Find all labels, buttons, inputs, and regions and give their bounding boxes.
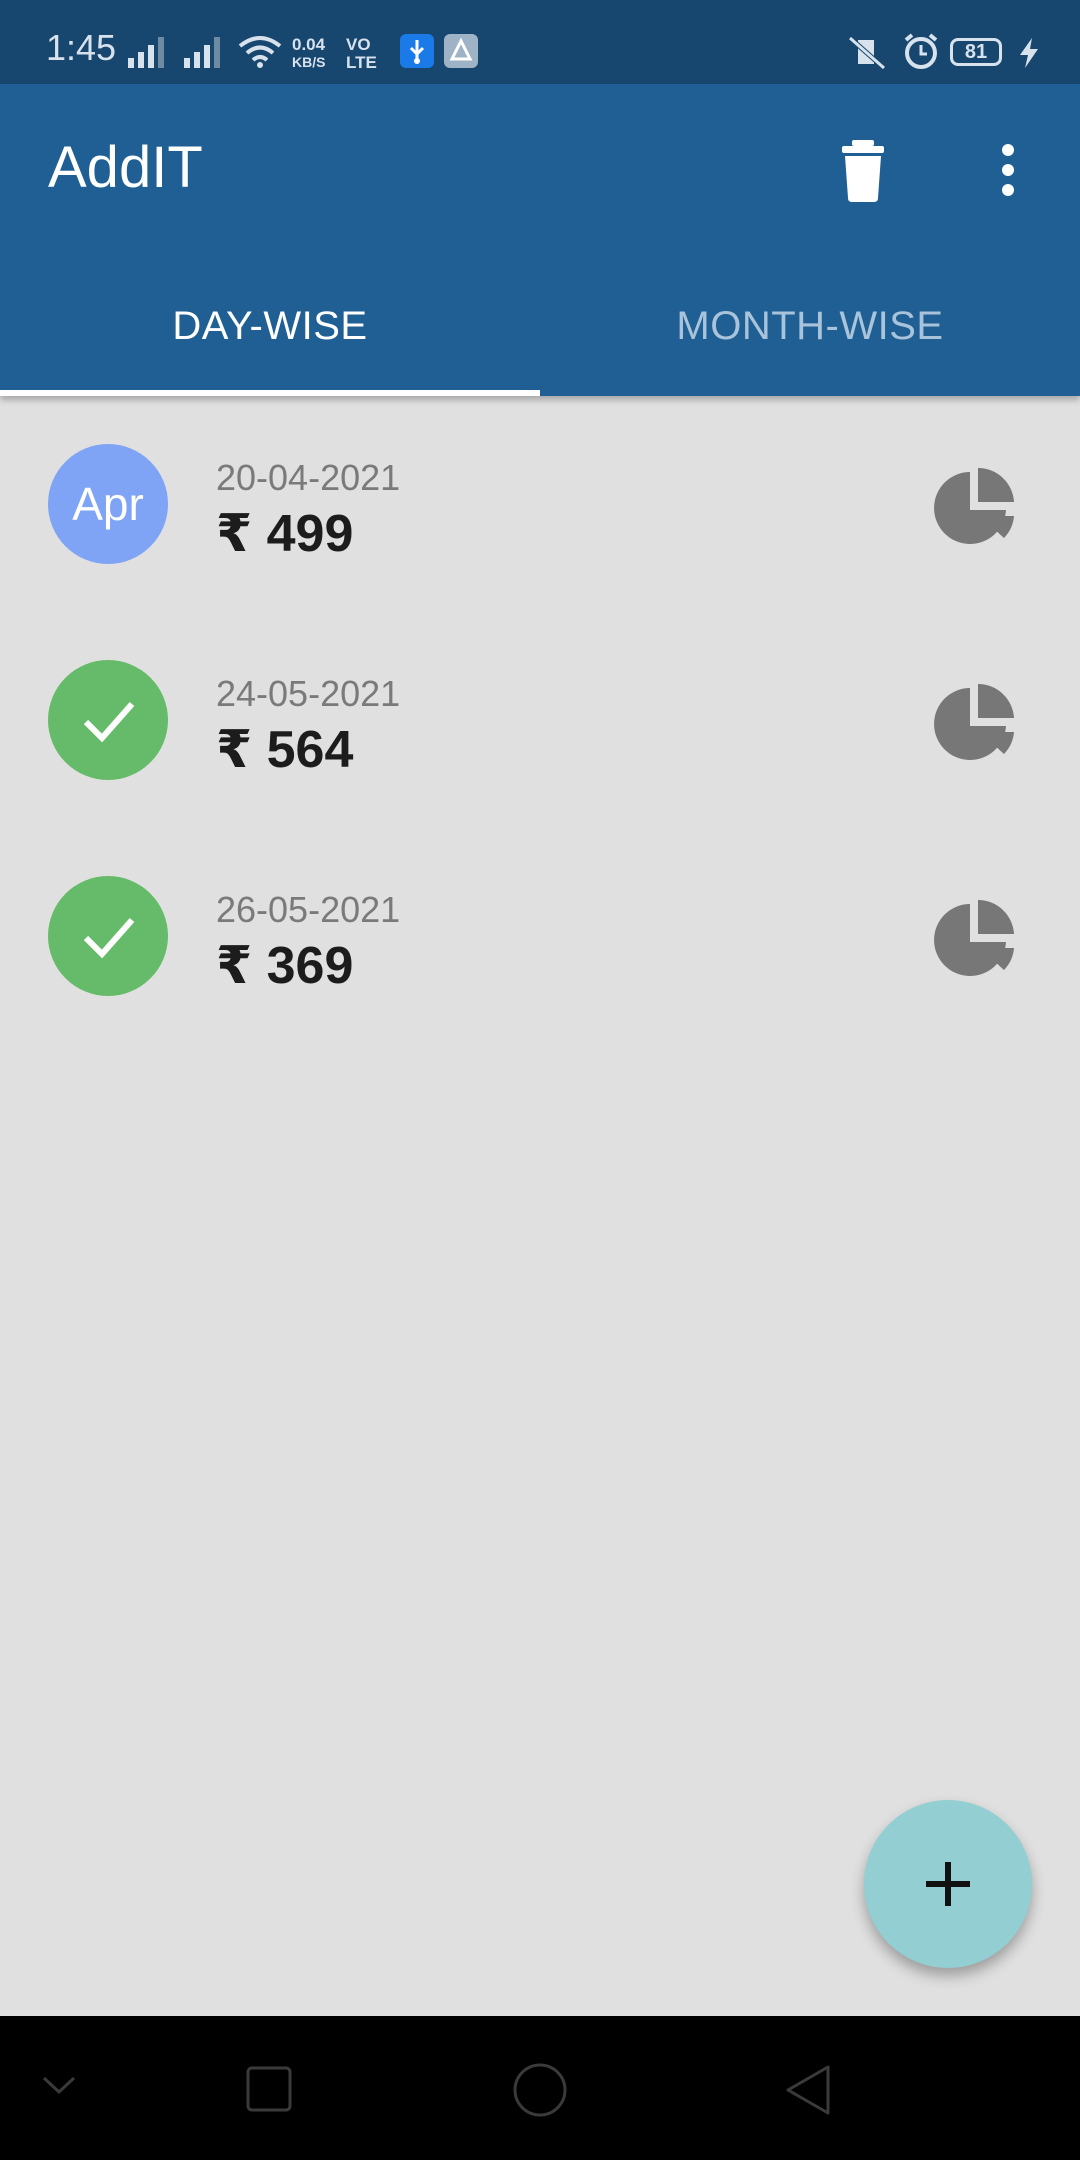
entry-date: 26-05-2021 bbox=[216, 889, 401, 930]
avatar bbox=[48, 660, 168, 780]
avatar bbox=[48, 876, 168, 996]
delete-icon bbox=[842, 140, 884, 202]
net-speed-value: 0.04 bbox=[292, 35, 326, 54]
wifi-icon bbox=[238, 36, 282, 68]
add-icon bbox=[926, 1862, 970, 1906]
charging-icon bbox=[1020, 38, 1038, 68]
home-icon[interactable] bbox=[512, 2062, 568, 2118]
tab-day-wise-label: DAY-WISE bbox=[172, 304, 368, 348]
pie-chart-icon[interactable] bbox=[934, 900, 1014, 980]
system-nav-bar bbox=[0, 2016, 1080, 2160]
recents-icon[interactable] bbox=[246, 2066, 292, 2112]
chevron-down-icon[interactable] bbox=[42, 2074, 76, 2098]
list-item[interactable]: 26-05-2021 ₹ 369 bbox=[0, 828, 1080, 1044]
pie-chart-icon[interactable] bbox=[934, 684, 1014, 764]
avatar-month: Apr bbox=[72, 478, 144, 530]
delete-button[interactable] bbox=[838, 138, 888, 202]
more-options-button[interactable] bbox=[992, 140, 1024, 200]
tab-day-wise[interactable]: DAY-WISE bbox=[0, 278, 540, 396]
check-icon bbox=[83, 918, 135, 959]
usb-icon bbox=[400, 34, 434, 68]
app-title: AddIT bbox=[48, 135, 203, 200]
tab-month-wise[interactable]: MONTH-WISE bbox=[540, 278, 1080, 396]
status-bar: 1:45 0.04 KB/S VO LTE 81 bbox=[0, 0, 1080, 84]
lte-label: LTE bbox=[346, 53, 377, 72]
list-item[interactable]: Apr 20-04-2021 ₹ 499 bbox=[0, 396, 1080, 612]
list-item[interactable]: 24-05-2021 ₹ 564 bbox=[0, 612, 1080, 828]
entry-amount: ₹ 369 bbox=[216, 937, 354, 995]
tab-month-wise-label: MONTH-WISE bbox=[676, 304, 944, 348]
app-bar: AddIT DAY-WISE MONTH-WISE bbox=[0, 84, 1080, 396]
net-speed-unit: KB/S bbox=[292, 54, 326, 70]
signal-icon bbox=[184, 37, 220, 68]
alarm-icon bbox=[904, 33, 938, 69]
more-vert-icon bbox=[1002, 144, 1014, 196]
vibrate-off-icon bbox=[848, 36, 886, 70]
volte-label: VO bbox=[346, 35, 371, 54]
check-icon bbox=[83, 702, 135, 743]
signal-icon bbox=[128, 37, 164, 68]
battery-icon: 81 bbox=[950, 38, 1002, 66]
status-time: 1:45 bbox=[46, 27, 117, 68]
entry-date: 20-04-2021 bbox=[216, 457, 401, 498]
avatar: Apr bbox=[48, 444, 168, 564]
app-notification-icon bbox=[444, 34, 478, 68]
pie-chart-icon[interactable] bbox=[934, 468, 1014, 548]
add-entry-button[interactable] bbox=[864, 1800, 1032, 1968]
entry-date: 24-05-2021 bbox=[216, 673, 401, 714]
entry-amount: ₹ 564 bbox=[216, 721, 354, 779]
entry-amount: ₹ 499 bbox=[216, 505, 354, 563]
back-icon[interactable] bbox=[784, 2064, 832, 2116]
